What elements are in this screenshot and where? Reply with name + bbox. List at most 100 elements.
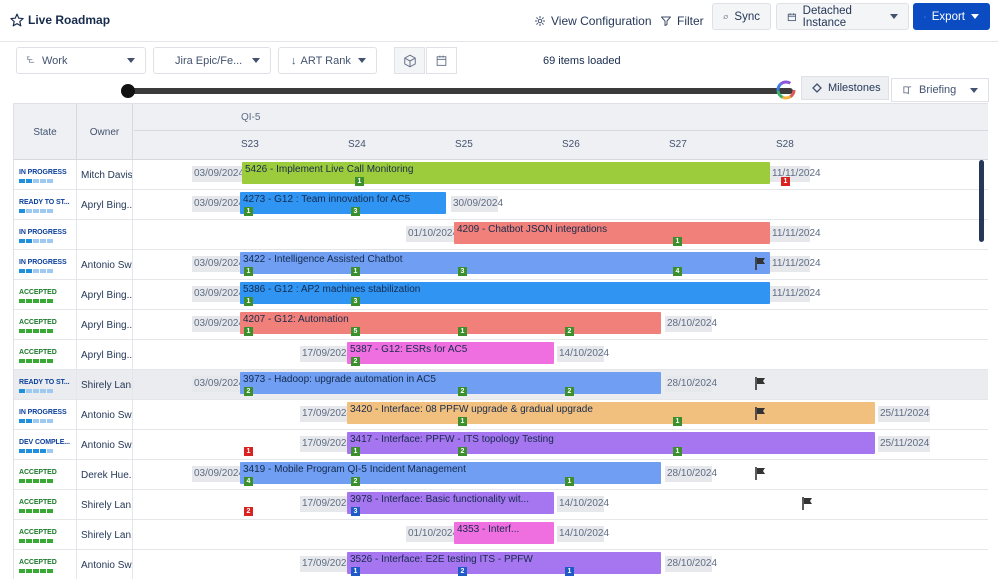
story-count-badge[interactable]: 1 (458, 327, 467, 336)
story-count-badge[interactable]: 1 (244, 327, 253, 336)
state-column-header[interactable]: State (14, 104, 77, 161)
rank-sort-dropdown[interactable]: ↓ ART Rank (278, 47, 377, 74)
feature-bar[interactable]: 4273 - G12 : Team innovation for AC5 (240, 192, 446, 214)
roadmap-row[interactable]: IN PROGRESSAntonio Sw...03/09/202411/11/… (14, 250, 988, 280)
roadmap-row[interactable]: IN PROGRESS 01/10/2024 11/11/2024 4209 - Ch… (14, 220, 988, 250)
feature-bar[interactable]: 5387 - G12: ESRs for AC5 (347, 342, 554, 364)
story-count-badge[interactable]: 2 (565, 327, 574, 336)
story-count-badge[interactable]: 1 (673, 417, 682, 426)
story-count-badge[interactable]: 5 (351, 327, 360, 336)
calendar-view-button[interactable] (426, 47, 457, 74)
roadmap-row[interactable]: ACCEPTED Derek Hue... 03/09/2024 28/10/2024… (14, 460, 988, 490)
roadmap-row[interactable]: ACCEPTED Shirely Lan... 01/10/2024 14/10/20… (14, 520, 988, 550)
roadmap-row[interactable]: ACCEPTEDAntonio Sw...17/09/202428/10/202… (14, 550, 988, 579)
roadmap-row[interactable]: IN PROGRESS Mitch Davis 03/09/2024 11/11/20… (14, 160, 988, 190)
view-configuration-button[interactable]: View Configuration (534, 10, 652, 32)
feature-bar[interactable]: 4353 - Interf... (454, 522, 554, 544)
story-count-badge[interactable]: 3 (351, 297, 360, 306)
feature-bar[interactable]: 3420 - Interface: 08 PPFW upgrade & grad… (347, 402, 875, 424)
story-count-badge[interactable]: 4 (244, 477, 253, 486)
box-view-button[interactable] (394, 47, 425, 74)
story-count-badge[interactable]: 2 (458, 567, 467, 576)
feature-bar[interactable]: 3526 - Interface: E2E testing ITS - PPFW (347, 552, 661, 574)
feature-bar[interactable]: 3422 - Intelligence Assisted Chatbot (240, 252, 770, 274)
epic-filter-label: Jira Epic/Fe... (175, 54, 243, 67)
story-count-badge[interactable]: 1 (244, 297, 253, 306)
story-count-badge[interactable]: 1 (351, 267, 360, 276)
briefing-dropdown[interactable]: Briefing (891, 78, 989, 102)
flag-icon[interactable] (755, 257, 766, 273)
flag-icon[interactable] (755, 407, 766, 423)
story-count-badge[interactable]: 1 (565, 567, 574, 576)
feature-bar[interactable]: 5386 - G12 : AP2 machines stabilization (240, 282, 770, 304)
story-count-badge[interactable]: 2 (458, 387, 467, 396)
state-progress-block (40, 569, 46, 573)
detached-instance-dropdown[interactable]: Detached Instance (776, 3, 909, 30)
timeline-slider-track[interactable] (128, 88, 793, 94)
state-progress-block (47, 389, 53, 393)
state-progress-block (47, 299, 53, 303)
story-count-badge[interactable]: 1 (458, 417, 467, 426)
story-count-badge[interactable]: 1 (244, 447, 253, 456)
epic-filter-dropdown[interactable]: Jira Epic/Fe... (153, 47, 271, 74)
roadmap-row[interactable]: ACCEPTED Apryl Bing... 03/09/2024 28/10/202… (14, 310, 988, 340)
story-count-badge[interactable]: 4 (673, 267, 682, 276)
story-count-badge[interactable]: 1 (781, 177, 790, 186)
feature-title: 3973 - Hadoop: upgrade automation in AC5 (243, 374, 436, 385)
story-count-badge[interactable]: 2 (458, 447, 467, 456)
roadmap-row[interactable]: IN PROGRESSAntonio Sw...17/09/202425/11/… (14, 400, 988, 430)
story-count-badge[interactable]: 3 (351, 507, 360, 516)
end-date: 28/10/2024 (665, 466, 717, 482)
color-wheel-icon[interactable] (776, 80, 796, 100)
flag-icon[interactable] (755, 467, 766, 483)
story-count-badge[interactable]: 1 (355, 177, 364, 186)
roadmap-row[interactable]: READY TO ST... Apryl Bing... 03/09/2024 30/… (14, 190, 988, 220)
filter-button[interactable]: Filter (660, 10, 704, 32)
flag-icon[interactable] (755, 377, 766, 393)
state-progress-block (19, 209, 25, 213)
roadmap-row[interactable]: READY TO ST...Shirely Lan...03/09/202428… (14, 370, 988, 400)
feature-bar[interactable]: 4207 - G12: Automation (240, 312, 661, 334)
export-button[interactable]: Export (913, 3, 990, 30)
story-count-badge[interactable]: 1 (673, 447, 682, 456)
story-count-badge[interactable]: 1 (673, 237, 682, 246)
state-progress (19, 539, 76, 543)
roadmap-row[interactable]: ACCEPTEDShirely Lan...17/09/202414/10/20… (14, 490, 988, 520)
work-filter-dropdown[interactable]: Work (16, 47, 146, 74)
state-progress-block (33, 419, 39, 423)
flag-icon[interactable] (802, 497, 813, 513)
story-count-badge[interactable]: 1 (244, 267, 253, 276)
owner-cell: Antonio Sw... (77, 400, 133, 429)
story-count-badge[interactable]: 2 (244, 387, 253, 396)
timeline-slider-handle[interactable] (121, 84, 135, 98)
story-count-badge[interactable]: 1 (565, 477, 574, 486)
app-title: Live Roadmap (10, 13, 110, 27)
milestones-button[interactable]: Milestones (801, 76, 889, 100)
story-count-badge[interactable]: 3 (351, 207, 360, 216)
story-count-badge[interactable]: 2 (244, 507, 253, 516)
feature-bar[interactable]: 4209 - Chatbot JSON integrations (454, 222, 770, 244)
feature-bar[interactable]: 3978 - Interface: Basic functionality wi… (347, 492, 554, 514)
roadmap-row[interactable]: DEV COMPLE...Antonio Sw...17/09/202425/1… (14, 430, 988, 460)
story-count-badge[interactable]: 2 (351, 357, 360, 366)
story-count-badge[interactable]: 3 (458, 267, 467, 276)
start-date: 01/10/2024 (406, 226, 458, 242)
vertical-scrollbar[interactable] (979, 160, 984, 242)
roadmap-row[interactable]: ACCEPTED Apryl Bing... 17/09/2024 14/10/202… (14, 340, 988, 370)
state-label: IN PROGRESS (19, 409, 67, 416)
story-count-badge[interactable]: 1 (244, 207, 253, 216)
feature-bar[interactable]: 3419 - Mobile Program QI-5 Incident Mana… (240, 462, 661, 484)
roadmap-row[interactable]: ACCEPTED Apryl Bing... 03/09/2024 11/11/202… (14, 280, 988, 310)
sync-button[interactable]: Sync (712, 3, 771, 30)
story-count-badge[interactable]: 1 (351, 567, 360, 576)
chevron-down-icon (358, 58, 366, 63)
feature-bar[interactable]: 5426 - Implement Live Call Monitoring (242, 162, 770, 184)
feature-bar[interactable]: 3417 - Interface: PPFW - ITS topology Te… (347, 432, 875, 454)
star-icon[interactable] (10, 13, 24, 27)
end-date: 14/10/2024 (557, 496, 609, 512)
feature-bar[interactable]: 3973 - Hadoop: upgrade automation in AC5 (240, 372, 661, 394)
story-count-badge[interactable]: 2 (565, 387, 574, 396)
story-count-badge[interactable]: 1 (351, 447, 360, 456)
owner-column-header[interactable]: Owner (77, 104, 133, 161)
story-count-badge[interactable]: 2 (351, 477, 360, 486)
